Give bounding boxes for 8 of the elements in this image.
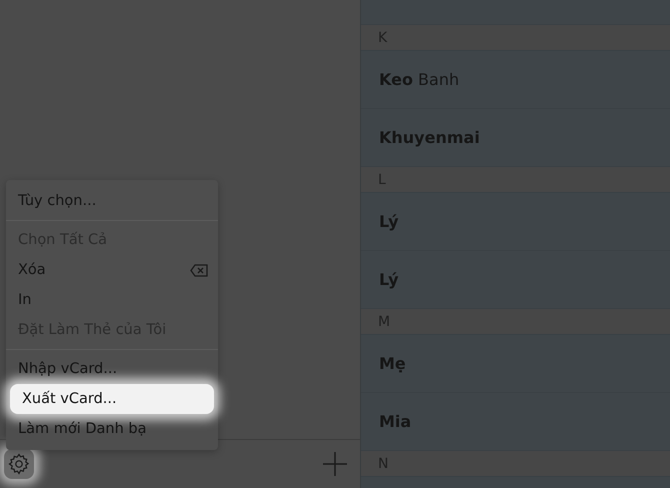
menu-item[interactable]: Xuất vCard... xyxy=(10,384,214,414)
menu-item[interactable]: Tùy chọn... xyxy=(6,186,218,216)
menu-item[interactable]: In xyxy=(6,285,218,315)
menu-item[interactable]: Nhập vCard... xyxy=(6,354,218,384)
settings-icon xyxy=(7,452,31,476)
menu-item[interactable]: Xóa xyxy=(6,255,218,285)
menu-item[interactable]: Làm mới Danh bạ xyxy=(6,414,218,444)
settings-button[interactable] xyxy=(4,449,34,479)
